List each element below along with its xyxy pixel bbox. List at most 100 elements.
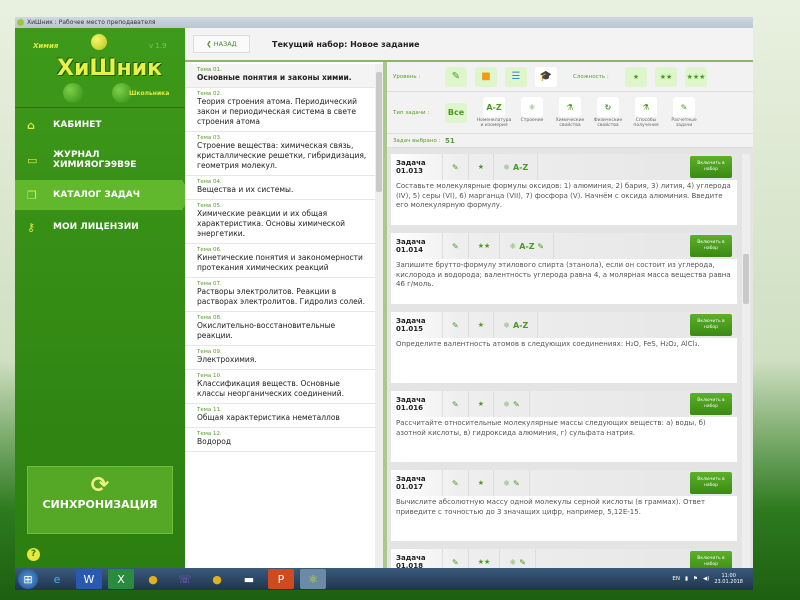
sync-label: СИНХРОНИЗАЦИЯ — [42, 498, 158, 511]
topic-title: Строение вещества: химическая связь, кри… — [197, 141, 367, 170]
logo: Химия v 1.9 ХиШник Школьника — [15, 28, 185, 108]
topic-item[interactable]: Тема 05. Химические реакции и их общая ха… — [185, 200, 375, 244]
type-filter-button[interactable]: ✎ Расчетные задачи — [665, 97, 703, 128]
type-filter-button[interactable]: ↻ Физические свойства — [589, 97, 627, 128]
word-icon[interactable]: W — [76, 569, 102, 589]
network-icon[interactable]: ▮ — [685, 576, 688, 582]
label: КАТАЛОГ ЗАДАЧ — [53, 190, 141, 200]
viber-icon[interactable]: ☏ — [172, 569, 198, 589]
topic-item[interactable]: Тема 08. Окислительно-восстановительные р… — [185, 312, 375, 346]
level-label: Уровень : — [393, 73, 421, 80]
topic-item[interactable]: Тема 11. Общая характеристика неметаллов — [185, 404, 375, 428]
topic-title: Вещества и их системы. — [197, 185, 294, 194]
book-icon: ▭ — [27, 153, 38, 167]
sidebar-item-catalog[interactable]: ❐ КАТАЛОГ ЗАДАЧ — [15, 180, 191, 210]
sidebar: Химия v 1.9 ХиШник Школьника ⌂ КАБИНЕТ ▭ Ж… — [15, 28, 191, 569]
chrome-icon[interactable]: ● — [140, 569, 166, 589]
include-in-set-button[interactable]: Включить в набор — [690, 472, 732, 494]
volume-icon[interactable]: ◀) — [703, 576, 709, 582]
task-text: Вычислите абсолютную массу одной молекул… — [396, 498, 706, 516]
sidebar-item-journal[interactable]: ▭ ЖУРНАЛ ХИМИЯОГЭ9В9Е — [15, 142, 185, 178]
type-label: Физические свойства — [593, 118, 623, 128]
complexity-stars: ★ — [467, 391, 493, 417]
excel-icon[interactable]: X — [108, 569, 134, 589]
type-icon: A-Z — [483, 97, 505, 117]
hishnik-app-icon[interactable]: ⚛ — [300, 569, 326, 589]
back-button[interactable]: ❮ НАЗАД — [193, 35, 250, 53]
task-text: Запишите брутто-формулу этилового спирта… — [396, 261, 731, 288]
task-number: Задача 01.018 — [396, 554, 426, 569]
help-icon[interactable]: ? — [27, 548, 40, 561]
task-type-icons: ⚛ ✎ — [492, 470, 530, 496]
task-card: Задача 01.016 ✎ ★ ⚛ ✎ Включить в набор Рассчит… — [391, 391, 737, 462]
app-icon — [17, 19, 24, 26]
level-books-icon[interactable]: ☰ — [505, 66, 527, 87]
type-icon: ↻ — [597, 97, 619, 117]
sidebar-item-cabinet[interactable]: ⌂ КАБИНЕТ — [15, 110, 185, 140]
level-graduation-icon[interactable]: 🎓 — [535, 66, 557, 87]
topic-item[interactable]: Тема 01. Основные понятия и законы химии. — [185, 64, 375, 88]
tasks-scrollbar[interactable] — [742, 154, 750, 569]
include-in-set-button[interactable]: Включить в набор — [690, 235, 732, 257]
topic-item[interactable]: Тема 04. Вещества и их системы. — [185, 176, 375, 200]
ie-icon[interactable]: e — [44, 569, 70, 589]
task-number: Задача 01.016 — [396, 396, 426, 412]
topic-item[interactable]: Тема 10. Классификация веществ. Основные … — [185, 370, 375, 404]
topic-item[interactable]: Тема 09. Электрохимия. — [185, 346, 375, 370]
level-book-icon[interactable]: ■ — [475, 66, 497, 87]
topic-title: Классификация веществ. Основные классы н… — [197, 379, 344, 398]
type-filter-button[interactable]: ⚗ Способы получения — [627, 97, 665, 128]
start-button[interactable]: ⊞ — [18, 569, 38, 589]
drive-icon[interactable]: ▬ — [236, 569, 262, 589]
complexity-1-star[interactable]: ★ — [625, 66, 647, 87]
language-indicator[interactable]: EN — [672, 576, 680, 582]
topic-title: Основные понятия и законы химии. — [197, 73, 352, 82]
sync-icon: ⟳ — [90, 473, 110, 498]
topic-title: Растворы электролитов. Реакции в раствор… — [197, 287, 366, 306]
title-bar: ХиШник : Рабочее место преподавателя — [15, 17, 753, 28]
level-pencil-icon: ✎ — [442, 312, 468, 338]
chrome-icon-2[interactable]: ● — [204, 569, 230, 589]
selected-count: 51 — [445, 136, 455, 145]
include-in-set-button[interactable]: Включить в набор — [690, 393, 732, 415]
type-label: Способы получения — [633, 118, 659, 128]
topic-item[interactable]: Тема 12. Водород — [185, 428, 375, 452]
sidebar-item-licenses[interactable]: ⚷ МОИ ЛИЦЕНЗИИ — [15, 212, 185, 242]
topic-title: Кинетические понятия и закономерности пр… — [197, 253, 363, 272]
topics-scrollbar[interactable] — [375, 64, 383, 569]
complexity-3-star[interactable]: ★★★ — [685, 66, 707, 87]
task-number: Задача 01.015 — [396, 317, 426, 333]
type-all-button[interactable]: Все — [445, 102, 467, 123]
sync-button[interactable]: ⟳ СИНХРОНИЗАЦИЯ — [27, 466, 173, 534]
task-type-icons: ⚛ A-Z ✎ — [499, 233, 555, 259]
powerpoint-icon[interactable]: P — [268, 569, 294, 589]
version: v 1.9 — [149, 42, 167, 50]
clock[interactable]: 11:00 23.01.2018 — [714, 573, 743, 585]
flag-icon[interactable]: ⚑ — [693, 576, 698, 582]
app-window: ХиШник : Рабочее место преподавателя Хим… — [15, 17, 753, 569]
level-pencil-icon[interactable]: ✎ — [445, 66, 467, 87]
level-pencil-icon: ✎ — [442, 233, 468, 259]
include-in-set-button[interactable]: Включить в набор — [690, 156, 732, 178]
type-label: Тип задачи : — [393, 109, 430, 116]
catalog-icon: ❐ — [27, 188, 37, 202]
label: МОИ ЛИЦЕНЗИИ — [53, 222, 139, 232]
header: ❮ НАЗАД Текущий набор: Новое задание — [185, 28, 753, 62]
selected-label: Задач выбрано : — [393, 137, 441, 144]
home-icon: ⌂ — [27, 118, 35, 132]
key-icon: ⚷ — [27, 220, 36, 234]
include-in-set-button[interactable]: Включить в набор — [690, 551, 732, 569]
type-filter-button[interactable]: ⚛ Строение — [513, 97, 551, 128]
topic-item[interactable]: Тема 02. Теория строения атома. Периодиче… — [185, 88, 375, 132]
topic-item[interactable]: Тема 07. Растворы электролитов. Реакции в… — [185, 278, 375, 312]
topic-item[interactable]: Тема 06. Кинетические понятия и закономер… — [185, 244, 375, 278]
complexity-2-star[interactable]: ★★ — [655, 66, 677, 87]
task-card: Задача 01.014 ✎ ★★ ⚛ A-Z ✎ Включить в набор За… — [391, 233, 737, 304]
topic-item[interactable]: Тема 03. Строение вещества: химическая св… — [185, 132, 375, 176]
structure-icon: ⚛ — [502, 399, 511, 409]
type-filter-button[interactable]: ⚗ Химические свойства — [551, 97, 589, 128]
type-filter-button[interactable]: A-Z Номенклатура и изомерия — [475, 97, 513, 128]
window-title: ХиШник : Рабочее место преподавателя — [27, 19, 156, 26]
include-in-set-button[interactable]: Включить в набор — [690, 314, 732, 336]
level-filter: Уровень : ✎ ■ ☰ 🎓 Сложность : ★ ★★ ★★★ — [387, 62, 753, 92]
